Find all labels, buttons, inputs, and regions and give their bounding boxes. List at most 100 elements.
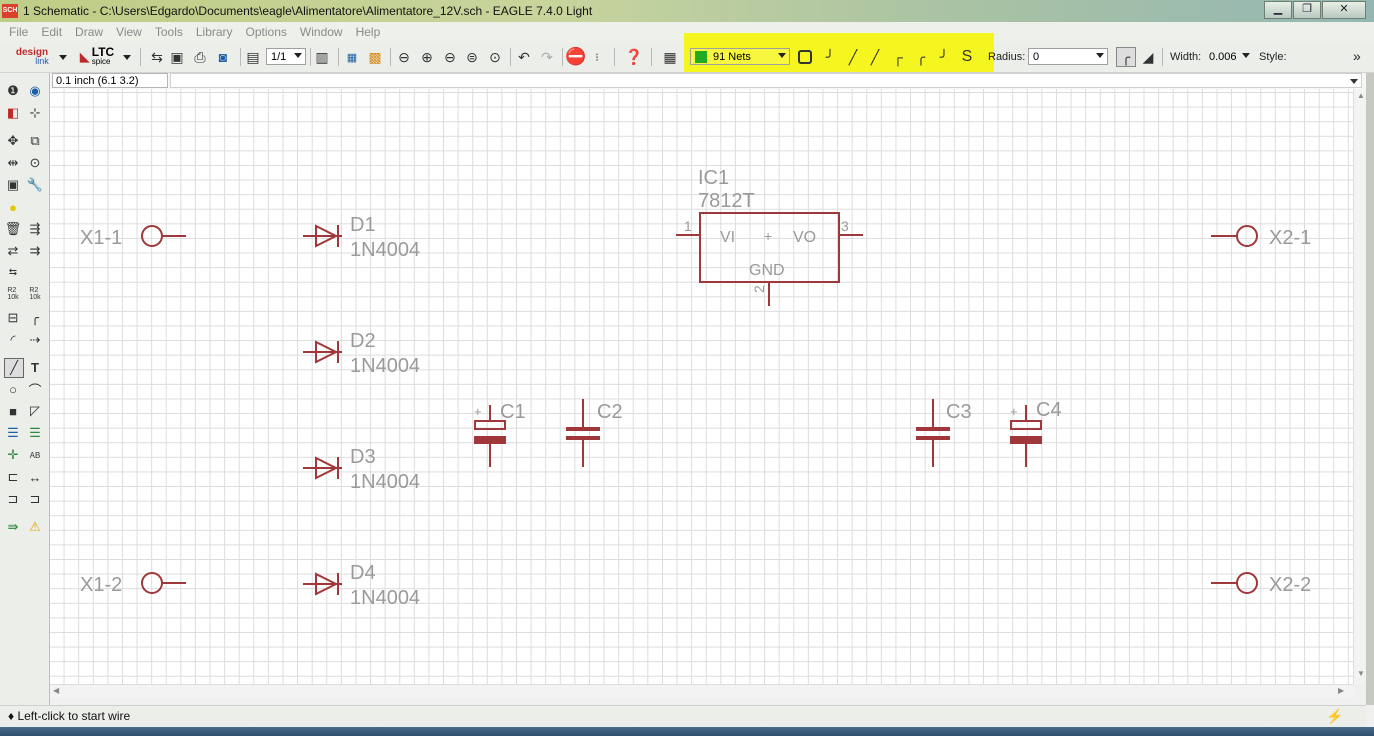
zoom-out-icon[interactable]: ⊖ [441, 48, 459, 66]
redo-icon[interactable]: ↷ [538, 48, 556, 66]
command-history-icon[interactable] [1350, 79, 1358, 84]
board-switch-icon[interactable]: ▥ [313, 48, 331, 66]
open-icon[interactable]: ⇆ [148, 48, 166, 66]
print-icon[interactable]: ⎙ [191, 48, 209, 66]
menu-view[interactable]: View [116, 25, 142, 39]
save-icon[interactable]: ▣ [168, 48, 186, 66]
minimize-button[interactable]: ▁ [1264, 1, 1292, 19]
width-input[interactable]: 0.006 [1204, 48, 1254, 65]
zoom-select-icon[interactable]: ⊙ [486, 48, 504, 66]
grid-icon[interactable]: ▦ [661, 48, 679, 66]
invoke-icon[interactable]: ⇢ [26, 331, 44, 349]
radius-input[interactable]: 0 [1028, 48, 1108, 65]
gate-icon[interactable]: ⊐ [26, 490, 44, 508]
menu-edit[interactable]: Edit [41, 25, 62, 39]
scroll-left-icon[interactable]: ◀ [53, 686, 59, 695]
maximize-button[interactable]: ❐ [1293, 1, 1321, 19]
frame-icon[interactable]: ⊐ [4, 490, 22, 508]
pinswap-icon[interactable]: ⇄ [4, 242, 22, 260]
menu-file[interactable]: File [9, 25, 28, 39]
designlink-dropdown-icon[interactable] [58, 47, 68, 67]
menu-options[interactable]: Options [246, 25, 287, 39]
menu-tools[interactable]: Tools [155, 25, 183, 39]
wire-bend-3-icon[interactable]: ╱ [866, 48, 884, 66]
connector-x1-1-pad[interactable] [141, 225, 163, 247]
diode-d4-symbol[interactable] [303, 572, 342, 596]
net-icon[interactable]: ☰ [26, 424, 44, 442]
move-icon[interactable]: ✥ [4, 132, 22, 150]
info-icon[interactable]: ❶ [4, 82, 22, 100]
replace-icon[interactable]: ⇆ [4, 263, 22, 281]
display-icon[interactable]: ◧ [4, 104, 22, 122]
flat-corner-icon[interactable]: ◢ [1139, 48, 1157, 66]
ltspice-button[interactable]: ◣ LTC spice [74, 46, 120, 67]
horizontal-scrollbar[interactable]: ◀ ▶ [50, 684, 1353, 698]
circle-icon[interactable]: ○ [4, 380, 22, 398]
paste-icon[interactable]: ● [4, 198, 22, 216]
net-class-select[interactable]: 91 Nets [690, 48, 790, 65]
group-icon[interactable]: ▣ [4, 176, 22, 194]
mirror-icon[interactable]: ⇹ [4, 154, 22, 172]
wire-bend-6-icon[interactable]: ╯ [935, 48, 953, 66]
diode-d2-symbol[interactable] [303, 340, 342, 364]
cam-icon[interactable]: ◙ [214, 48, 232, 66]
miter-icon[interactable]: ╭ [26, 309, 44, 327]
mark-icon[interactable]: ⊹ [26, 104, 44, 122]
script-icon[interactable]: ▦ [343, 48, 361, 66]
errors-icon[interactable]: ⚠ [26, 518, 44, 536]
go-icon[interactable]: ⁝ [592, 48, 602, 66]
connector-x1-2-pad[interactable] [141, 572, 163, 594]
scroll-right-icon[interactable]: ▶ [1338, 686, 1344, 695]
help-icon[interactable]: ❓ [625, 48, 644, 66]
menu-library[interactable]: Library [196, 25, 233, 39]
diode-d1-symbol[interactable] [303, 224, 342, 248]
undo-icon[interactable]: ↶ [515, 48, 533, 66]
junction-icon[interactable]: ✛ [4, 446, 22, 464]
wire-bend-7-icon[interactable]: S [958, 48, 976, 66]
diode-d3-symbol[interactable] [303, 456, 342, 480]
connector-x2-2-pad[interactable] [1236, 572, 1258, 594]
arc-icon[interactable]: ⌒ [26, 380, 44, 398]
round-corner-icon[interactable]: ╭ [1116, 47, 1136, 67]
attribute-icon[interactable]: ⊏ [4, 468, 22, 486]
bus-icon[interactable]: ☰ [4, 424, 22, 442]
zoom-in-icon[interactable]: ⊕ [418, 48, 436, 66]
regulator-ic1-symbol[interactable] [676, 212, 863, 306]
delete-icon[interactable]: 🗑 [4, 220, 22, 238]
schematic-canvas[interactable]: X1-1 X1-2 X2-1 X2-2 D1 1N4004 D2 1N4004 … [50, 89, 1353, 684]
menu-draw[interactable]: Draw [75, 25, 103, 39]
scroll-up-icon[interactable]: ▲ [1357, 91, 1365, 100]
text-icon[interactable]: T [26, 358, 44, 376]
zoom-redraw-icon[interactable]: ⊜ [463, 48, 481, 66]
dimension-icon[interactable]: ↔ [26, 468, 44, 486]
wire-bend-1-icon[interactable]: ╯ [821, 48, 839, 66]
menu-window[interactable]: Window [300, 25, 343, 39]
value-icon[interactable]: R2 10k [26, 285, 44, 303]
close-button[interactable]: ✕ [1322, 1, 1366, 19]
wire-bend-5-icon[interactable]: ╭ [912, 48, 930, 66]
polygon-icon[interactable]: ◸ [26, 402, 44, 420]
wire-bend-2-icon[interactable]: ╱ [844, 48, 862, 66]
zoom-fit-icon[interactable]: ⊖ [395, 48, 413, 66]
wire-bend-0-icon[interactable] [798, 50, 812, 64]
rotate-icon[interactable]: ⊙ [26, 154, 44, 172]
gateswap-icon[interactable]: ⇉ [26, 242, 44, 260]
rect-icon[interactable]: ■ [4, 402, 22, 420]
vertical-scrollbar[interactable]: ▲ ▼ [1353, 89, 1367, 684]
designlink-button[interactable]: design link [8, 47, 56, 67]
connector-x2-1-pad[interactable] [1236, 225, 1258, 247]
wire-icon[interactable]: ╱ [4, 358, 24, 378]
sheet-select[interactable]: 1/1 [266, 48, 306, 65]
change-icon[interactable]: 🔧 [26, 176, 44, 194]
capacitor-c3-symbol[interactable] [916, 399, 950, 467]
ltspice-dropdown-icon[interactable] [122, 47, 132, 67]
command-input[interactable] [170, 73, 1362, 88]
toolbar-overflow-button[interactable]: » [1353, 48, 1361, 64]
capacitor-c2-symbol[interactable] [566, 399, 600, 467]
menu-help[interactable]: Help [356, 25, 381, 39]
label-icon[interactable]: AB [26, 446, 44, 464]
erc-icon[interactable]: ⇛ [4, 518, 22, 536]
show-icon[interactable]: ◉ [26, 82, 44, 100]
sheet-icon[interactable]: ▤ [244, 48, 262, 66]
smash-icon[interactable]: ⊟ [4, 309, 22, 327]
